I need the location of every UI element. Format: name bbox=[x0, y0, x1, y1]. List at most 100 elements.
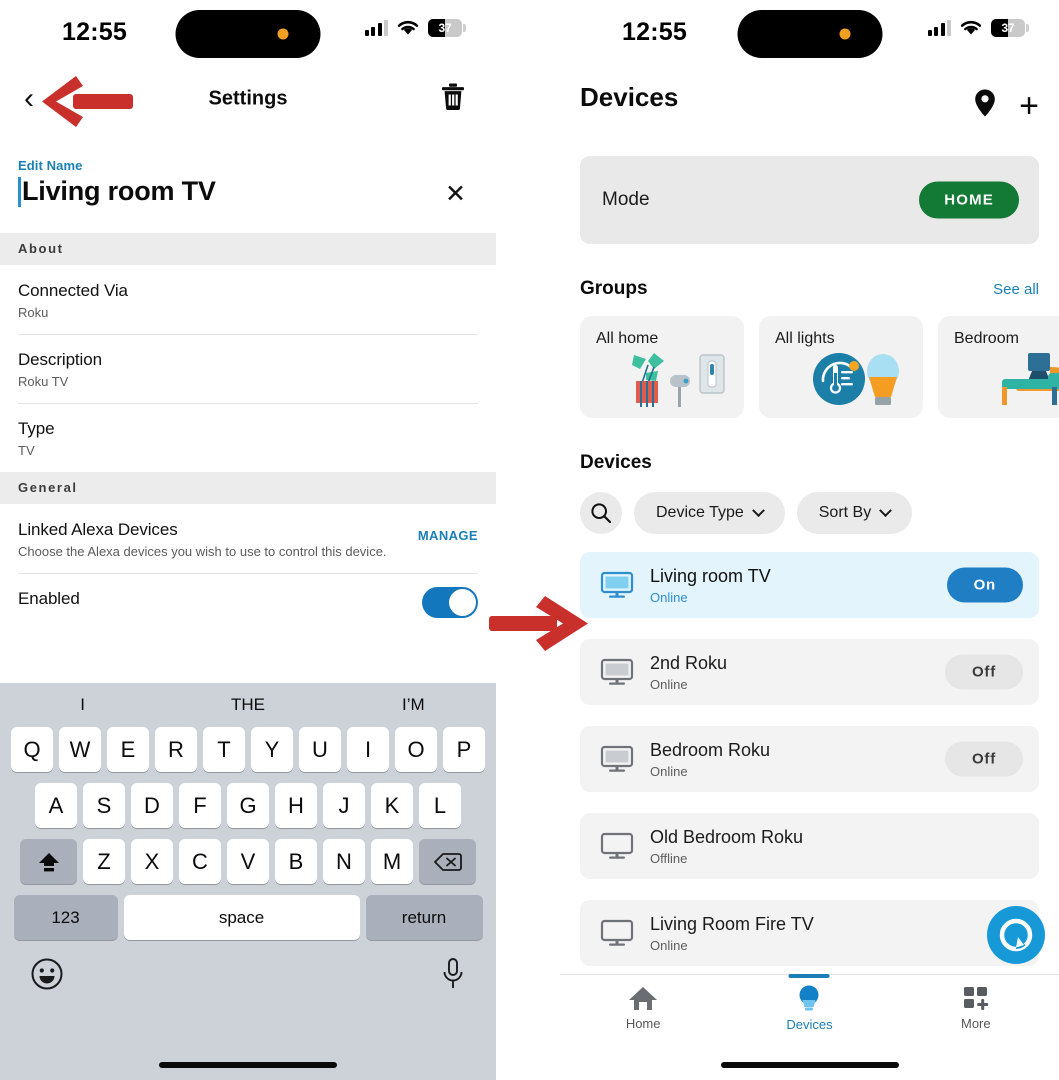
device-row-living-room-tv[interactable]: Living room TV Online On bbox=[580, 552, 1039, 618]
home-indicator bbox=[159, 1062, 337, 1068]
row-title: Linked Alexa Devices bbox=[18, 520, 178, 539]
key-y[interactable]: Y bbox=[251, 727, 293, 772]
key-f[interactable]: F bbox=[179, 783, 221, 828]
key-c[interactable]: C bbox=[179, 839, 221, 884]
mode-card[interactable]: Mode HOME bbox=[580, 156, 1039, 244]
key-t[interactable]: T bbox=[203, 727, 245, 772]
device-row-living-room-fire-tv[interactable]: Living Room Fire TV Online bbox=[580, 900, 1039, 966]
device-power-toggle[interactable]: On bbox=[946, 567, 1023, 603]
alexa-assistant-icon[interactable] bbox=[987, 906, 1045, 964]
settings-row-type[interactable]: Type TV bbox=[0, 403, 496, 472]
key-b[interactable]: B bbox=[275, 839, 317, 884]
map-pin-icon[interactable] bbox=[973, 88, 997, 123]
row-subtitle: Roku bbox=[18, 305, 49, 320]
chevron-down-icon bbox=[879, 503, 893, 517]
key-w[interactable]: W bbox=[59, 727, 101, 772]
group-card-all-home[interactable]: All home bbox=[580, 316, 744, 418]
device-row-old-bedroom-roku[interactable]: Old Bedroom Roku Offline bbox=[580, 813, 1039, 879]
tab-label: Home bbox=[625, 1016, 661, 1031]
suggestion-3[interactable]: I’M bbox=[331, 695, 496, 715]
edit-name-field[interactable]: Edit Name Living room TV ✕ bbox=[0, 130, 496, 233]
groups-carousel[interactable]: All home All lights Bedroom bbox=[580, 316, 1059, 418]
key-h[interactable]: H bbox=[275, 783, 317, 828]
search-icon[interactable] bbox=[580, 492, 622, 534]
settings-row-enabled[interactable]: Enabled bbox=[0, 573, 496, 623]
return-key[interactable]: return bbox=[365, 895, 483, 940]
settings-row-connected-via[interactable]: Connected Via Roku bbox=[0, 265, 496, 334]
space-key[interactable]: space bbox=[123, 895, 360, 940]
see-all-link[interactable]: See all bbox=[993, 281, 1039, 298]
key-g[interactable]: G bbox=[227, 783, 269, 828]
text-caret bbox=[18, 176, 21, 207]
settings-row-linked-alexa-devices[interactable]: Linked Alexa Devices Choose the Alexa de… bbox=[0, 504, 496, 573]
device-power-toggle[interactable]: Off bbox=[944, 654, 1023, 690]
settings-row-description[interactable]: Description Roku TV bbox=[0, 334, 496, 403]
device-filter-bar: Device Type Sort By bbox=[580, 492, 1059, 534]
group-label: All lights bbox=[775, 330, 835, 347]
group-card-all-lights[interactable]: All lights bbox=[759, 316, 923, 418]
device-status: Online bbox=[650, 589, 688, 605]
trash-icon[interactable] bbox=[440, 83, 466, 116]
sort-by-filter[interactable]: Sort By bbox=[796, 492, 913, 534]
key-l[interactable]: L bbox=[419, 783, 461, 828]
device-name: 2nd Roku bbox=[650, 652, 728, 673]
screenshot-root: 12:55 37 ‹ Settings Edit Name Living roo… bbox=[0, 0, 1059, 1080]
status-time: 12:55 bbox=[62, 18, 127, 46]
battery-icon: 37 bbox=[991, 19, 1029, 37]
keyboard-row-2: A S D F G H J K L bbox=[3, 783, 493, 828]
section-header-about: About bbox=[0, 233, 496, 265]
tab-more[interactable]: More bbox=[893, 975, 1059, 1041]
device-type-label: Device Type bbox=[656, 504, 744, 521]
key-u[interactable]: U bbox=[299, 727, 341, 772]
key-a[interactable]: A bbox=[35, 783, 77, 828]
key-p[interactable]: P bbox=[443, 727, 485, 772]
close-icon[interactable]: ✕ bbox=[445, 182, 466, 207]
key-i[interactable]: I bbox=[347, 727, 389, 772]
enabled-toggle[interactable] bbox=[422, 587, 478, 618]
edit-name-value: Living room TV bbox=[22, 176, 216, 206]
emoji-icon[interactable] bbox=[30, 957, 64, 996]
key-s[interactable]: S bbox=[83, 783, 125, 828]
key-k[interactable]: K bbox=[371, 783, 413, 828]
device-list: Living room TV Online On 2nd Roku Online… bbox=[580, 552, 1039, 966]
manage-button[interactable]: MANAGE bbox=[418, 528, 478, 543]
key-m[interactable]: M bbox=[371, 839, 413, 884]
grid-plus-icon bbox=[963, 987, 989, 1010]
key-r[interactable]: R bbox=[155, 727, 197, 772]
group-card-bedroom[interactable]: Bedroom bbox=[938, 316, 1059, 418]
tab-label: Devices bbox=[786, 1017, 833, 1032]
key-x[interactable]: X bbox=[131, 839, 173, 884]
tab-indicator bbox=[788, 974, 830, 978]
key-n[interactable]: N bbox=[323, 839, 365, 884]
plus-icon[interactable]: + bbox=[1019, 89, 1039, 123]
key-o[interactable]: O bbox=[395, 727, 437, 772]
device-name: Living Room Fire TV bbox=[650, 913, 814, 934]
tab-home[interactable]: Home bbox=[560, 975, 726, 1041]
key-j[interactable]: J bbox=[323, 783, 365, 828]
device-power-toggle[interactable]: Off bbox=[944, 741, 1023, 777]
shift-icon[interactable] bbox=[20, 839, 77, 884]
tab-devices[interactable]: Devices bbox=[726, 974, 892, 1041]
settings-phone-panel: 12:55 37 ‹ Settings Edit Name Living roo… bbox=[0, 0, 496, 1080]
battery-percent: 37 bbox=[1001, 21, 1015, 35]
device-type-filter[interactable]: Device Type bbox=[634, 492, 785, 534]
suggestion-1[interactable]: I bbox=[0, 695, 165, 715]
status-bar-right: 12:55 37 bbox=[560, 0, 1059, 68]
key-e[interactable]: E bbox=[107, 727, 149, 772]
row-title: Description bbox=[18, 350, 102, 369]
microphone-icon[interactable] bbox=[440, 957, 466, 996]
key-d[interactable]: D bbox=[131, 783, 173, 828]
device-row-2nd-roku[interactable]: 2nd Roku Online Off bbox=[580, 639, 1039, 705]
key-q[interactable]: Q bbox=[11, 727, 53, 772]
battery-icon: 37 bbox=[428, 19, 466, 37]
backspace-icon[interactable] bbox=[419, 839, 476, 884]
device-row-bedroom-roku[interactable]: Bedroom Roku Online Off bbox=[580, 726, 1039, 792]
on-screen-keyboard: I THE I’M Q W E R T Y U I O P A S D F G … bbox=[0, 683, 496, 1080]
suggestion-2[interactable]: THE bbox=[165, 695, 330, 715]
mode-value-button[interactable]: HOME bbox=[919, 181, 1019, 219]
key-v[interactable]: V bbox=[227, 839, 269, 884]
bottom-tab-bar: Home Devices More bbox=[560, 974, 1059, 1080]
key-z[interactable]: Z bbox=[83, 839, 125, 884]
camera-indicator-dot bbox=[839, 28, 850, 40]
numbers-key[interactable]: 123 bbox=[13, 895, 118, 940]
